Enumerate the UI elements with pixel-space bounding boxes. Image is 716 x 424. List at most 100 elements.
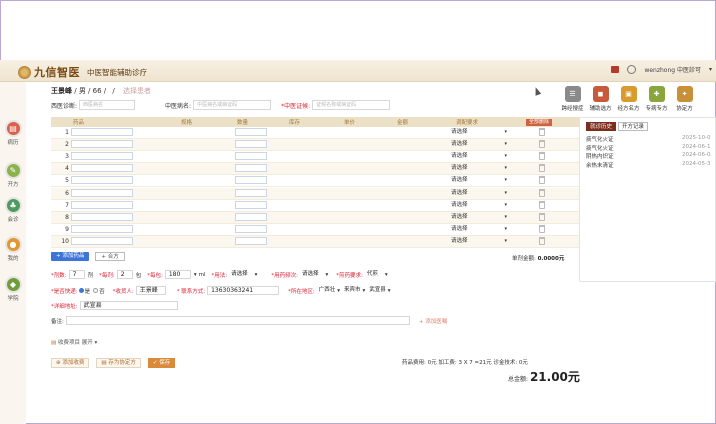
express-no-radio[interactable]	[93, 288, 99, 293]
tcm-syndrome-input[interactable]: 证候名称或病证码	[312, 100, 391, 110]
quantity-input[interactable]	[235, 224, 267, 233]
drug-name-input[interactable]	[71, 236, 133, 245]
drug-name-input[interactable]	[71, 164, 133, 173]
save-as-template-button[interactable]: ▤ 存为协定方	[96, 358, 141, 368]
trash-icon[interactable]	[539, 212, 545, 221]
quantity-input[interactable]	[235, 236, 267, 245]
doses-input[interactable]: 7	[68, 270, 85, 279]
delete-all-button[interactable]: 全部删除	[526, 118, 553, 126]
sidebar-item-4[interactable]: ◆ 学院	[3, 276, 23, 302]
add-drug-button[interactable]: + 添加药品	[51, 252, 90, 261]
avatar-icon	[627, 65, 637, 74]
requirement-select[interactable]: 请选择 ▾	[451, 164, 507, 172]
drug-name-input[interactable]	[71, 176, 133, 185]
quantity-input[interactable]	[235, 140, 267, 149]
city-select[interactable]: 来宾市	[342, 286, 363, 295]
trash-icon[interactable]	[539, 140, 545, 149]
expand-toggle[interactable]: 展开 ▾	[82, 340, 98, 346]
requirement-select[interactable]: 请选择 ▾	[451, 225, 507, 233]
combine-button[interactable]: + 合方	[95, 252, 125, 261]
quantity-input[interactable]	[235, 152, 267, 161]
history-item[interactable]: 痰气化火证 2024-06-1	[586, 144, 716, 153]
message-icon[interactable]	[611, 66, 620, 73]
requirement-select[interactable]: 请选择 ▾	[451, 128, 507, 136]
select-patient-link[interactable]: 选择患者	[123, 87, 151, 95]
requirement-select[interactable]: 请选择 ▾	[451, 189, 507, 197]
quantity-input[interactable]	[235, 128, 267, 136]
chevron-down-icon[interactable]: ▾	[363, 288, 366, 294]
sidebar-item-0[interactable]: ▤ 病历	[3, 120, 23, 146]
chevron-down-icon[interactable]: ▾	[194, 272, 197, 278]
trash-icon[interactable]	[539, 128, 545, 136]
drug-name-input[interactable]	[71, 188, 133, 197]
add-remark-link[interactable]: + 添加医嘱	[419, 317, 447, 325]
tool-button-2[interactable]: ▣ 经方名方	[616, 86, 641, 112]
history-item[interactable]: 余热未清证 2024-05-3	[586, 161, 716, 170]
chevron-down-icon[interactable]: ▾	[388, 288, 391, 294]
express-yes-radio[interactable]	[78, 288, 84, 293]
chevron-down-icon[interactable]: ▾	[385, 272, 388, 278]
timing-select[interactable]: 请选择	[300, 270, 321, 279]
drug-name-input[interactable]	[71, 140, 133, 149]
decoct-select[interactable]: 代煎	[365, 270, 380, 279]
receiver-input[interactable]: 王景峰	[135, 286, 166, 295]
medical-record-icon: ▤	[4, 120, 22, 137]
col-qty: 数量	[237, 120, 249, 126]
user-area[interactable]: wenzhong 中医診可 ▾	[611, 65, 712, 74]
drug-name-input[interactable]	[71, 200, 133, 209]
tcm-disease-input[interactable]: 中医病名或病证码	[193, 100, 272, 110]
quantity-input[interactable]	[235, 212, 267, 221]
drug-name-input[interactable]	[71, 224, 133, 233]
add-fee-button[interactable]: ⊕ 添加收费	[51, 358, 90, 368]
requirement-select[interactable]: 请选择 ▾	[451, 140, 507, 148]
chevron-down-icon[interactable]: ▾	[337, 288, 340, 294]
usage-select[interactable]: 请选择	[229, 270, 250, 279]
address-input[interactable]: 武宣县	[79, 301, 178, 310]
drug-name-input[interactable]	[71, 128, 133, 136]
tool-button-4[interactable]: ✦ 协定方	[672, 86, 697, 112]
phone-input[interactable]: 13630363241	[207, 286, 280, 295]
requirement-select[interactable]: 请选择 ▾	[451, 152, 507, 160]
user-name[interactable]: wenzhong 中医診可	[644, 65, 701, 74]
daily-input[interactable]: 2	[116, 270, 133, 279]
trash-icon[interactable]	[539, 152, 545, 161]
each-input[interactable]: 180	[164, 270, 191, 279]
trash-icon[interactable]	[539, 188, 545, 197]
district-select[interactable]: 武宣县	[367, 286, 388, 295]
history-name: 阴热内炽证	[586, 154, 614, 160]
trash-icon[interactable]	[539, 236, 545, 245]
quantity-input[interactable]	[235, 200, 267, 209]
tab-prescription-records[interactable]: 开方记录	[618, 122, 649, 131]
tool-button-0[interactable]: ☰ 跨经搜症	[560, 86, 585, 112]
drug-name-input[interactable]	[71, 152, 133, 161]
tool-button-3[interactable]: ✚ 专病专方	[644, 86, 669, 112]
trash-icon[interactable]	[539, 164, 545, 173]
trash-icon[interactable]	[539, 200, 545, 209]
history-item[interactable]: 痰气化火证 2025-10-0	[586, 135, 716, 144]
sidebar-item-1[interactable]: ✎ 开方	[3, 162, 23, 188]
trash-icon[interactable]	[539, 224, 545, 233]
remark-input[interactable]	[65, 316, 410, 325]
chevron-down-icon[interactable]: ▾	[255, 272, 258, 278]
fee-section-title[interactable]: ▤ 收费项目 展开 ▾	[51, 338, 97, 346]
quantity-input[interactable]	[235, 164, 267, 173]
province-select[interactable]: 广西壮	[317, 286, 338, 295]
sidebar-item-3[interactable]: ● 我的	[3, 236, 23, 262]
save-button[interactable]: ✓ 保存	[147, 358, 176, 368]
history-tabs: 就诊历史 开方记录	[586, 122, 649, 131]
tab-visit-history[interactable]: 就诊历史	[586, 122, 617, 131]
requirement-select[interactable]: 请选择 ▾	[451, 213, 507, 221]
requirement-select[interactable]: 请选择 ▾	[451, 237, 507, 245]
quantity-input[interactable]	[235, 176, 267, 185]
tool-button-1[interactable]: ◼ 辅助选方	[588, 86, 613, 112]
requirement-select[interactable]: 请选择 ▾	[451, 176, 507, 184]
trash-icon[interactable]	[539, 176, 545, 185]
sidebar-item-2[interactable]: ♣ 会诊	[3, 197, 23, 223]
chevron-down-icon[interactable]: ▾	[709, 66, 712, 73]
quantity-input[interactable]	[235, 188, 267, 197]
drug-name-input[interactable]	[71, 212, 133, 221]
western-dx-input[interactable]: 西医病名	[79, 100, 136, 110]
requirement-select[interactable]: 请选择 ▾	[451, 201, 507, 209]
chevron-down-icon[interactable]: ▾	[326, 272, 329, 278]
history-item[interactable]: 阴热内炽证 2024-06-0	[586, 152, 716, 161]
